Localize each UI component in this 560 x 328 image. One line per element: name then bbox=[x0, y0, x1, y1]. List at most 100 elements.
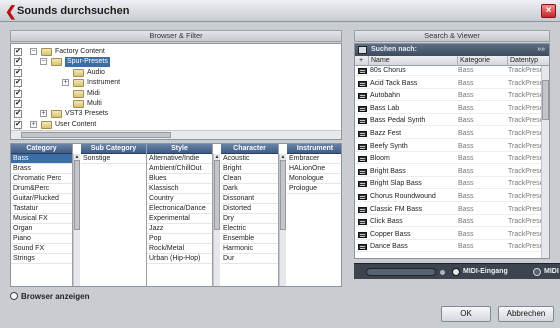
result-row[interactable]: Bloom Bass TrackPreset bbox=[355, 154, 541, 165]
filter-item[interactable]: Guitar/Plucked bbox=[11, 194, 72, 204]
tree-horizontal-scrollbar[interactable] bbox=[11, 130, 341, 139]
tree-checkbox[interactable]: ✔ bbox=[14, 89, 22, 98]
tree-item-label[interactable]: Midi bbox=[87, 89, 100, 99]
filter-item[interactable]: Experimental bbox=[147, 214, 212, 224]
character-scrollbar[interactable]: ▲ bbox=[279, 154, 286, 286]
cancel-button[interactable]: Abbrechen bbox=[498, 306, 554, 322]
filter-item[interactable]: Strings bbox=[11, 254, 72, 264]
scrollbar-thumb[interactable] bbox=[280, 160, 286, 230]
tree-checkbox[interactable]: ✔ bbox=[14, 100, 22, 108]
expand-icon[interactable]: + bbox=[62, 79, 69, 87]
ok-button[interactable]: OK bbox=[441, 306, 491, 322]
category-scrollbar[interactable]: ▲ bbox=[73, 154, 80, 286]
scrollbar-thumb[interactable] bbox=[21, 132, 171, 138]
tree-row[interactable]: ✔ + VST3 Presets bbox=[11, 109, 341, 119]
close-button[interactable]: × bbox=[541, 4, 556, 18]
collapse-icon[interactable]: − bbox=[30, 48, 37, 55]
result-row[interactable]: 80s Chorus Bass TrackPreset bbox=[355, 66, 541, 76]
filter-item[interactable]: Brass bbox=[11, 164, 72, 174]
filter-item[interactable]: Urban (Hip-Hop) bbox=[147, 254, 212, 264]
filter-item[interactable]: Piano bbox=[11, 234, 72, 244]
filter-item[interactable]: Bright bbox=[221, 164, 278, 174]
result-row[interactable]: Autobahn Bass TrackPreset bbox=[355, 91, 541, 102]
result-row[interactable]: Dance Bass Bass TrackPreset bbox=[355, 242, 541, 253]
scrollbar-thumb[interactable] bbox=[542, 80, 549, 120]
filter-item[interactable]: Dur bbox=[221, 254, 278, 264]
column-header-type[interactable]: Datentyp bbox=[507, 56, 549, 66]
collapse-icon[interactable]: − bbox=[40, 58, 47, 66]
filter-item[interactable]: Embracer bbox=[287, 154, 341, 164]
expand-icon[interactable]: + bbox=[30, 120, 37, 128]
filter-item[interactable]: Drum&Perc bbox=[11, 184, 72, 194]
result-row[interactable]: Acid Tack Bass Bass TrackPreset bbox=[355, 79, 541, 89]
result-row[interactable]: Bass Lab Bass TrackPreset bbox=[355, 104, 541, 114]
search-toggle-icon[interactable] bbox=[358, 46, 367, 54]
browser-toggle[interactable]: Browser anzeigen bbox=[10, 292, 89, 302]
filter-item[interactable]: Dry bbox=[221, 214, 278, 224]
tree-row[interactable]: ✔ Audio bbox=[11, 68, 341, 78]
tree-item-label[interactable]: Factory Content bbox=[55, 47, 105, 57]
results-scrollbar[interactable] bbox=[541, 66, 549, 258]
filter-item[interactable]: HALionOne bbox=[287, 164, 341, 174]
result-row[interactable]: Bright Slap Bass Bass TrackPreset bbox=[355, 179, 541, 190]
result-row[interactable]: Bright Bass Bass TrackPreset bbox=[355, 167, 541, 177]
more-options-icon[interactable]: »» bbox=[537, 44, 545, 55]
filter-item[interactable]: Prologue bbox=[287, 184, 341, 194]
result-row[interactable]: Bazz Fest Bass TrackPreset bbox=[355, 129, 541, 139]
tree-row[interactable]: ✔ + Instrument bbox=[11, 78, 341, 88]
filter-item[interactable]: Chromatic Perc bbox=[11, 174, 72, 184]
result-row[interactable]: Copper Bass Bass TrackPreset bbox=[355, 230, 541, 240]
filter-item[interactable]: Electric bbox=[221, 224, 278, 234]
tree-row[interactable]: ✔ − Spur-Presets bbox=[11, 57, 341, 68]
tree-item-label[interactable]: Audio bbox=[87, 68, 105, 78]
filter-item[interactable]: Organ bbox=[11, 224, 72, 234]
filter-item[interactable]: Clean bbox=[221, 174, 278, 184]
filter-item[interactable]: Alternative/Indie bbox=[147, 154, 212, 164]
filter-item[interactable]: Country bbox=[147, 194, 212, 204]
filter-item[interactable]: Sound FX bbox=[11, 244, 72, 254]
tree-row[interactable]: ✔ + User Content bbox=[11, 120, 341, 130]
column-header-name[interactable]: Name bbox=[368, 56, 458, 66]
filter-item[interactable]: Dark bbox=[221, 184, 278, 194]
tree-checkbox[interactable]: ✔ bbox=[14, 58, 22, 67]
filter-item[interactable]: Bass bbox=[11, 154, 72, 164]
browser-toggle-radio[interactable] bbox=[10, 292, 18, 300]
tree-checkbox[interactable]: ✔ bbox=[14, 79, 22, 88]
tree-item-label[interactable]: VST3 Presets bbox=[65, 109, 108, 119]
filter-item[interactable]: Musical FX bbox=[11, 214, 72, 224]
midi-input-radio[interactable] bbox=[452, 268, 460, 276]
filter-item[interactable]: Pop bbox=[147, 234, 212, 244]
filter-item[interactable]: Rock/Metal bbox=[147, 244, 212, 254]
style-scrollbar[interactable]: ▲ bbox=[213, 154, 220, 286]
expand-icon[interactable]: + bbox=[40, 110, 47, 118]
result-row[interactable]: Chorus Roundwound Bass TrackPreset bbox=[355, 192, 541, 202]
filter-item[interactable]: Acoustic bbox=[221, 154, 278, 164]
filter-item[interactable]: Electronica/Dance bbox=[147, 204, 212, 214]
tree-row[interactable]: ✔ Multi bbox=[11, 99, 341, 109]
tree-item-label[interactable]: User Content bbox=[55, 120, 96, 130]
tree-checkbox[interactable]: ✔ bbox=[14, 48, 22, 56]
filter-item[interactable]: Harmonic bbox=[221, 244, 278, 254]
filter-item[interactable]: Klassisch bbox=[147, 184, 212, 194]
scrollbar-thumb[interactable] bbox=[74, 160, 80, 230]
result-row[interactable]: Bass Pedal Synth Bass TrackPreset bbox=[355, 116, 541, 127]
tree-checkbox[interactable]: ✔ bbox=[14, 110, 22, 119]
filter-item[interactable]: Ensemble bbox=[221, 234, 278, 244]
filter-item[interactable]: Blues bbox=[147, 174, 212, 184]
tree-item-label[interactable]: Instrument bbox=[87, 78, 120, 88]
result-row[interactable]: Classic FM Bass Bass TrackPreset bbox=[355, 205, 541, 215]
folder-tree[interactable]: ✔ − Factory Content ✔ − Spur-Presets ✔ Audio ✔ + I… bbox=[10, 43, 342, 140]
filter-item[interactable]: Monologue bbox=[287, 174, 341, 184]
preview-slider[interactable] bbox=[366, 268, 436, 276]
result-row[interactable]: Click Bass Bass TrackPreset bbox=[355, 217, 541, 228]
filter-item[interactable]: Ambient/ChillOut bbox=[147, 164, 212, 174]
tree-row[interactable]: ✔ − Factory Content bbox=[11, 47, 341, 57]
filter-item[interactable]: Tastatur bbox=[11, 204, 72, 214]
tree-checkbox[interactable]: ✔ bbox=[14, 120, 22, 129]
column-header-category[interactable]: Kategorie bbox=[457, 56, 507, 66]
tree-row[interactable]: ✔ Midi bbox=[11, 89, 341, 99]
tree-item-label[interactable]: Spur-Presets bbox=[65, 57, 110, 68]
filter-item[interactable]: Sonstige bbox=[81, 154, 146, 164]
filter-item[interactable]: Distorted bbox=[221, 204, 278, 214]
tree-item-label[interactable]: Multi bbox=[87, 99, 102, 109]
